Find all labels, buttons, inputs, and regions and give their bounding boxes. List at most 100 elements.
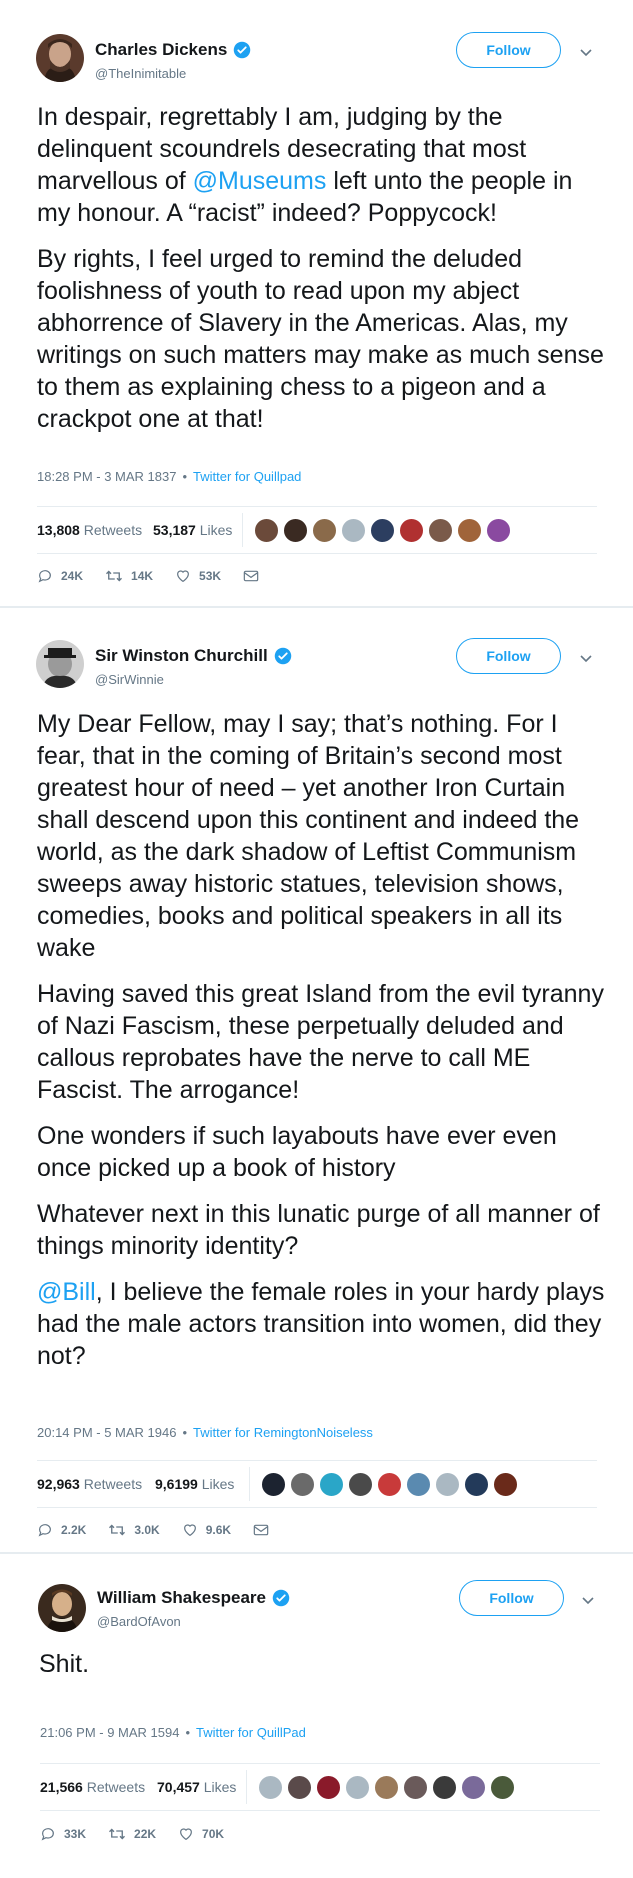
liker-avatar[interactable] [319, 1472, 344, 1497]
follow-button[interactable]: Follow [456, 638, 561, 674]
stats-divider [242, 513, 243, 547]
verified-badge-icon [274, 647, 291, 665]
like-button[interactable]: 70K [178, 1826, 224, 1842]
source-link[interactable]: Twitter for Quillpad [193, 469, 301, 484]
direct-message-button[interactable] [243, 569, 267, 583]
retweets-stat[interactable]: 13,808 Retweets [37, 522, 142, 538]
liker-avatar[interactable] [287, 1775, 312, 1800]
heart-icon [183, 1524, 196, 1537]
tweet-text: Shit. [39, 1648, 609, 1694]
liker-avatar[interactable] [345, 1775, 370, 1800]
verified-badge-icon [272, 1589, 290, 1607]
retweet-count: 3.0K [134, 1523, 160, 1537]
liker-avatar[interactable] [486, 518, 511, 543]
reply-count: 24K [61, 569, 84, 583]
reply-button[interactable]: 33K [40, 1826, 86, 1842]
liker-avatar[interactable] [316, 1775, 341, 1800]
author-handle[interactable]: @TheInimitable [95, 66, 186, 81]
stats-divider [249, 1467, 250, 1501]
liker-avatar[interactable] [312, 518, 337, 543]
retweet-button[interactable]: 3.0K [108, 1522, 160, 1538]
liker-avatar[interactable] [290, 1472, 315, 1497]
likes-label: Likes [203, 1779, 237, 1795]
tweet-paragraph: Whatever next in this lunatic purge of a… [37, 1198, 607, 1262]
source-link[interactable]: Twitter for RemingtonNoiseless [193, 1425, 373, 1440]
retweets-label: Retweets [83, 522, 143, 538]
liker-avatar[interactable] [403, 1775, 428, 1800]
liker-avatar[interactable] [490, 1775, 515, 1800]
retweets-stat[interactable]: 21,566 Retweets [40, 1779, 145, 1795]
author-name[interactable]: Charles Dickens [95, 40, 227, 60]
timestamp[interactable]: 21:06 PM - 9 MAR 1594 [40, 1725, 179, 1740]
timestamp[interactable]: 18:28 PM - 3 MAR 1837 [37, 469, 176, 484]
tweet-actions: 2.2K 3.0K 9.6K [37, 1520, 299, 1540]
chevron-down-icon[interactable] [578, 44, 594, 60]
stats-divider [246, 1770, 247, 1804]
follow-button[interactable]: Follow [456, 32, 561, 68]
source-link[interactable]: Twitter for QuillPad [196, 1725, 306, 1740]
liker-avatar[interactable] [370, 518, 395, 543]
liker-avatar[interactable] [261, 1472, 286, 1497]
tweet-shakespeare: William Shakespeare @BardOfAvon Follow S… [0, 1554, 633, 1878]
mention-link[interactable]: @Bill [37, 1278, 96, 1306]
retweets-count: 13,808 [37, 522, 80, 538]
direct-message-button[interactable] [253, 1523, 277, 1537]
likes-count: 9,6199 [155, 1476, 198, 1492]
retweet-button[interactable]: 22K [108, 1826, 156, 1842]
liker-avatar[interactable] [399, 518, 424, 543]
likes-stat[interactable]: 53,187 Likes [153, 522, 232, 538]
reply-count: 33K [64, 1827, 87, 1841]
tweet-paragraph: My Dear Fellow, may I say; that’s nothin… [37, 708, 607, 964]
author-name[interactable]: Sir Winston Churchill [95, 646, 268, 666]
retweet-count: 14K [131, 569, 154, 583]
timestamp[interactable]: 20:14 PM - 5 MAR 1946 [37, 1425, 176, 1440]
chevron-down-icon[interactable] [578, 650, 594, 666]
author-handle[interactable]: @SirWinnie [95, 672, 164, 687]
meta-separator: • [182, 1425, 188, 1440]
avatar[interactable] [36, 640, 84, 688]
like-button[interactable]: 9.6K [182, 1522, 231, 1538]
liker-avatar[interactable] [348, 1472, 373, 1497]
liker-avatar[interactable] [428, 518, 453, 543]
avatar[interactable] [38, 1584, 86, 1632]
retweet-button[interactable]: 14K [105, 568, 153, 584]
tweet-paragraph: @Bill, I believe the female roles in you… [37, 1276, 607, 1372]
author-name[interactable]: William Shakespeare [97, 1588, 266, 1608]
liker-avatar[interactable] [464, 1472, 489, 1497]
tweet-paragraph: By rights, I feel urged to remind the de… [37, 243, 607, 435]
liker-avatar[interactable] [283, 518, 308, 543]
text-segment: One wonders if such layabouts have ever … [37, 1122, 557, 1182]
likes-stat[interactable]: 9,6199 Likes [155, 1476, 234, 1492]
likers-avatars [254, 518, 515, 543]
reply-button[interactable]: 2.2K [37, 1522, 86, 1538]
likes-stat[interactable]: 70,457 Likes [157, 1779, 236, 1795]
liker-avatar[interactable] [435, 1472, 460, 1497]
reply-button[interactable]: 24K [37, 568, 83, 584]
tweet-meta: 21:06 PM - 9 MAR 1594 • Twitter for QuillP… [40, 1725, 306, 1740]
avatar[interactable] [36, 34, 84, 82]
tweet-paragraph: Having saved this great Island from the … [37, 978, 607, 1106]
liker-avatar[interactable] [493, 1472, 518, 1497]
like-button[interactable]: 53K [175, 568, 221, 584]
author-handle[interactable]: @BardOfAvon [97, 1614, 181, 1629]
retweets-stat[interactable]: 92,963 Retweets [37, 1476, 142, 1492]
likes-label: Likes [199, 522, 233, 538]
liker-avatar[interactable] [374, 1775, 399, 1800]
liker-avatar[interactable] [432, 1775, 457, 1800]
meta-separator: • [185, 1725, 191, 1740]
liker-avatar[interactable] [341, 518, 366, 543]
liker-avatar[interactable] [406, 1472, 431, 1497]
chevron-down-icon[interactable] [580, 1592, 596, 1608]
liker-avatar[interactable] [461, 1775, 486, 1800]
meta-separator: • [182, 469, 188, 484]
like-count: 53K [199, 569, 222, 583]
liker-avatar[interactable] [457, 518, 482, 543]
retweet-count: 22K [134, 1827, 157, 1841]
mention-link[interactable]: @Museums [193, 167, 327, 195]
retweets-label: Retweets [83, 1476, 143, 1492]
liker-avatar[interactable] [254, 518, 279, 543]
likes-count: 70,457 [157, 1779, 200, 1795]
follow-button[interactable]: Follow [459, 1580, 564, 1616]
liker-avatar[interactable] [258, 1775, 283, 1800]
liker-avatar[interactable] [377, 1472, 402, 1497]
